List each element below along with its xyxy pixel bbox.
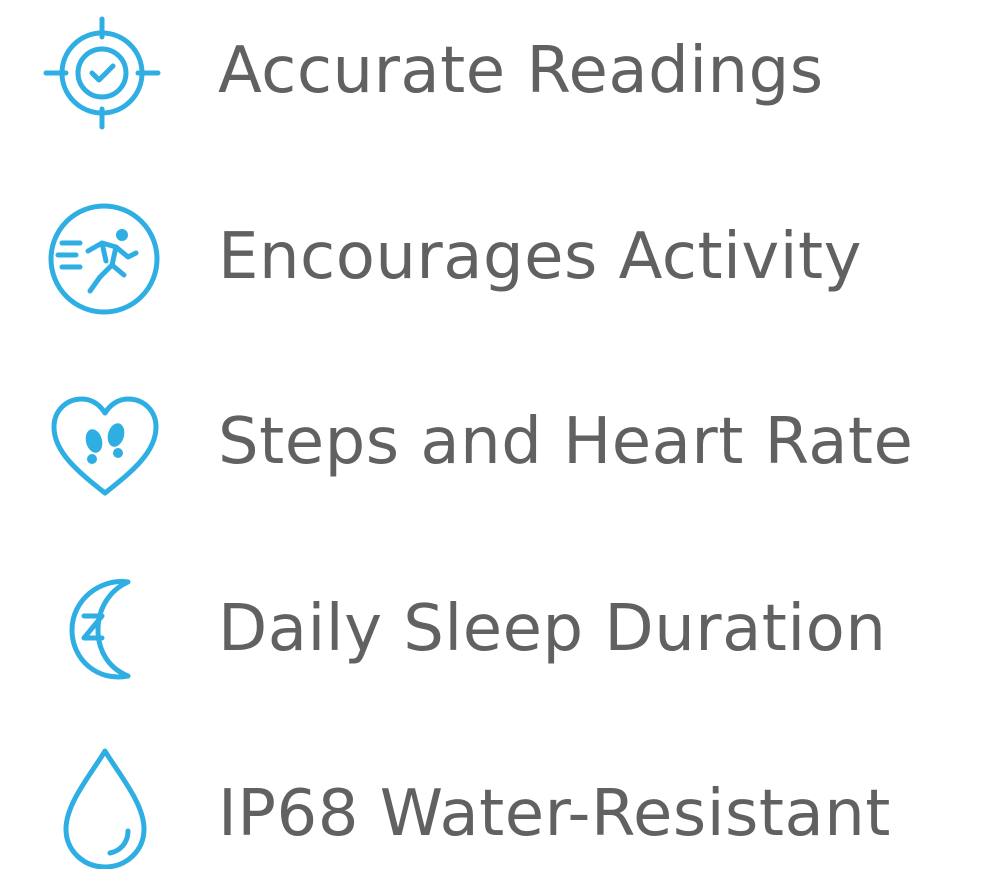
heart-footprints-icon: [40, 383, 170, 513]
water-drop-icon: [40, 739, 170, 869]
target-check-icon: [40, 5, 170, 135]
feature-label: Daily Sleep Duration: [218, 592, 887, 666]
feature-label: Steps and Heart Rate: [218, 405, 914, 479]
feature-item-accurate-readings: Accurate Readings: [0, 0, 994, 140]
feature-item-steps-heart-rate: Steps and Heart Rate: [0, 375, 994, 515]
feature-label: Encourages Activity: [218, 220, 862, 294]
running-person-icon: [40, 195, 170, 325]
feature-item-daily-sleep: Daily Sleep Duration: [0, 558, 994, 698]
feature-label: IP68 Water-Resistant: [218, 777, 891, 851]
moon-sleep-icon: [40, 564, 170, 694]
feature-label: Accurate Readings: [218, 34, 824, 108]
feature-item-water-resistant: IP68 Water-Resistant: [0, 735, 994, 875]
feature-item-encourages-activity: Encourages Activity: [0, 190, 994, 330]
